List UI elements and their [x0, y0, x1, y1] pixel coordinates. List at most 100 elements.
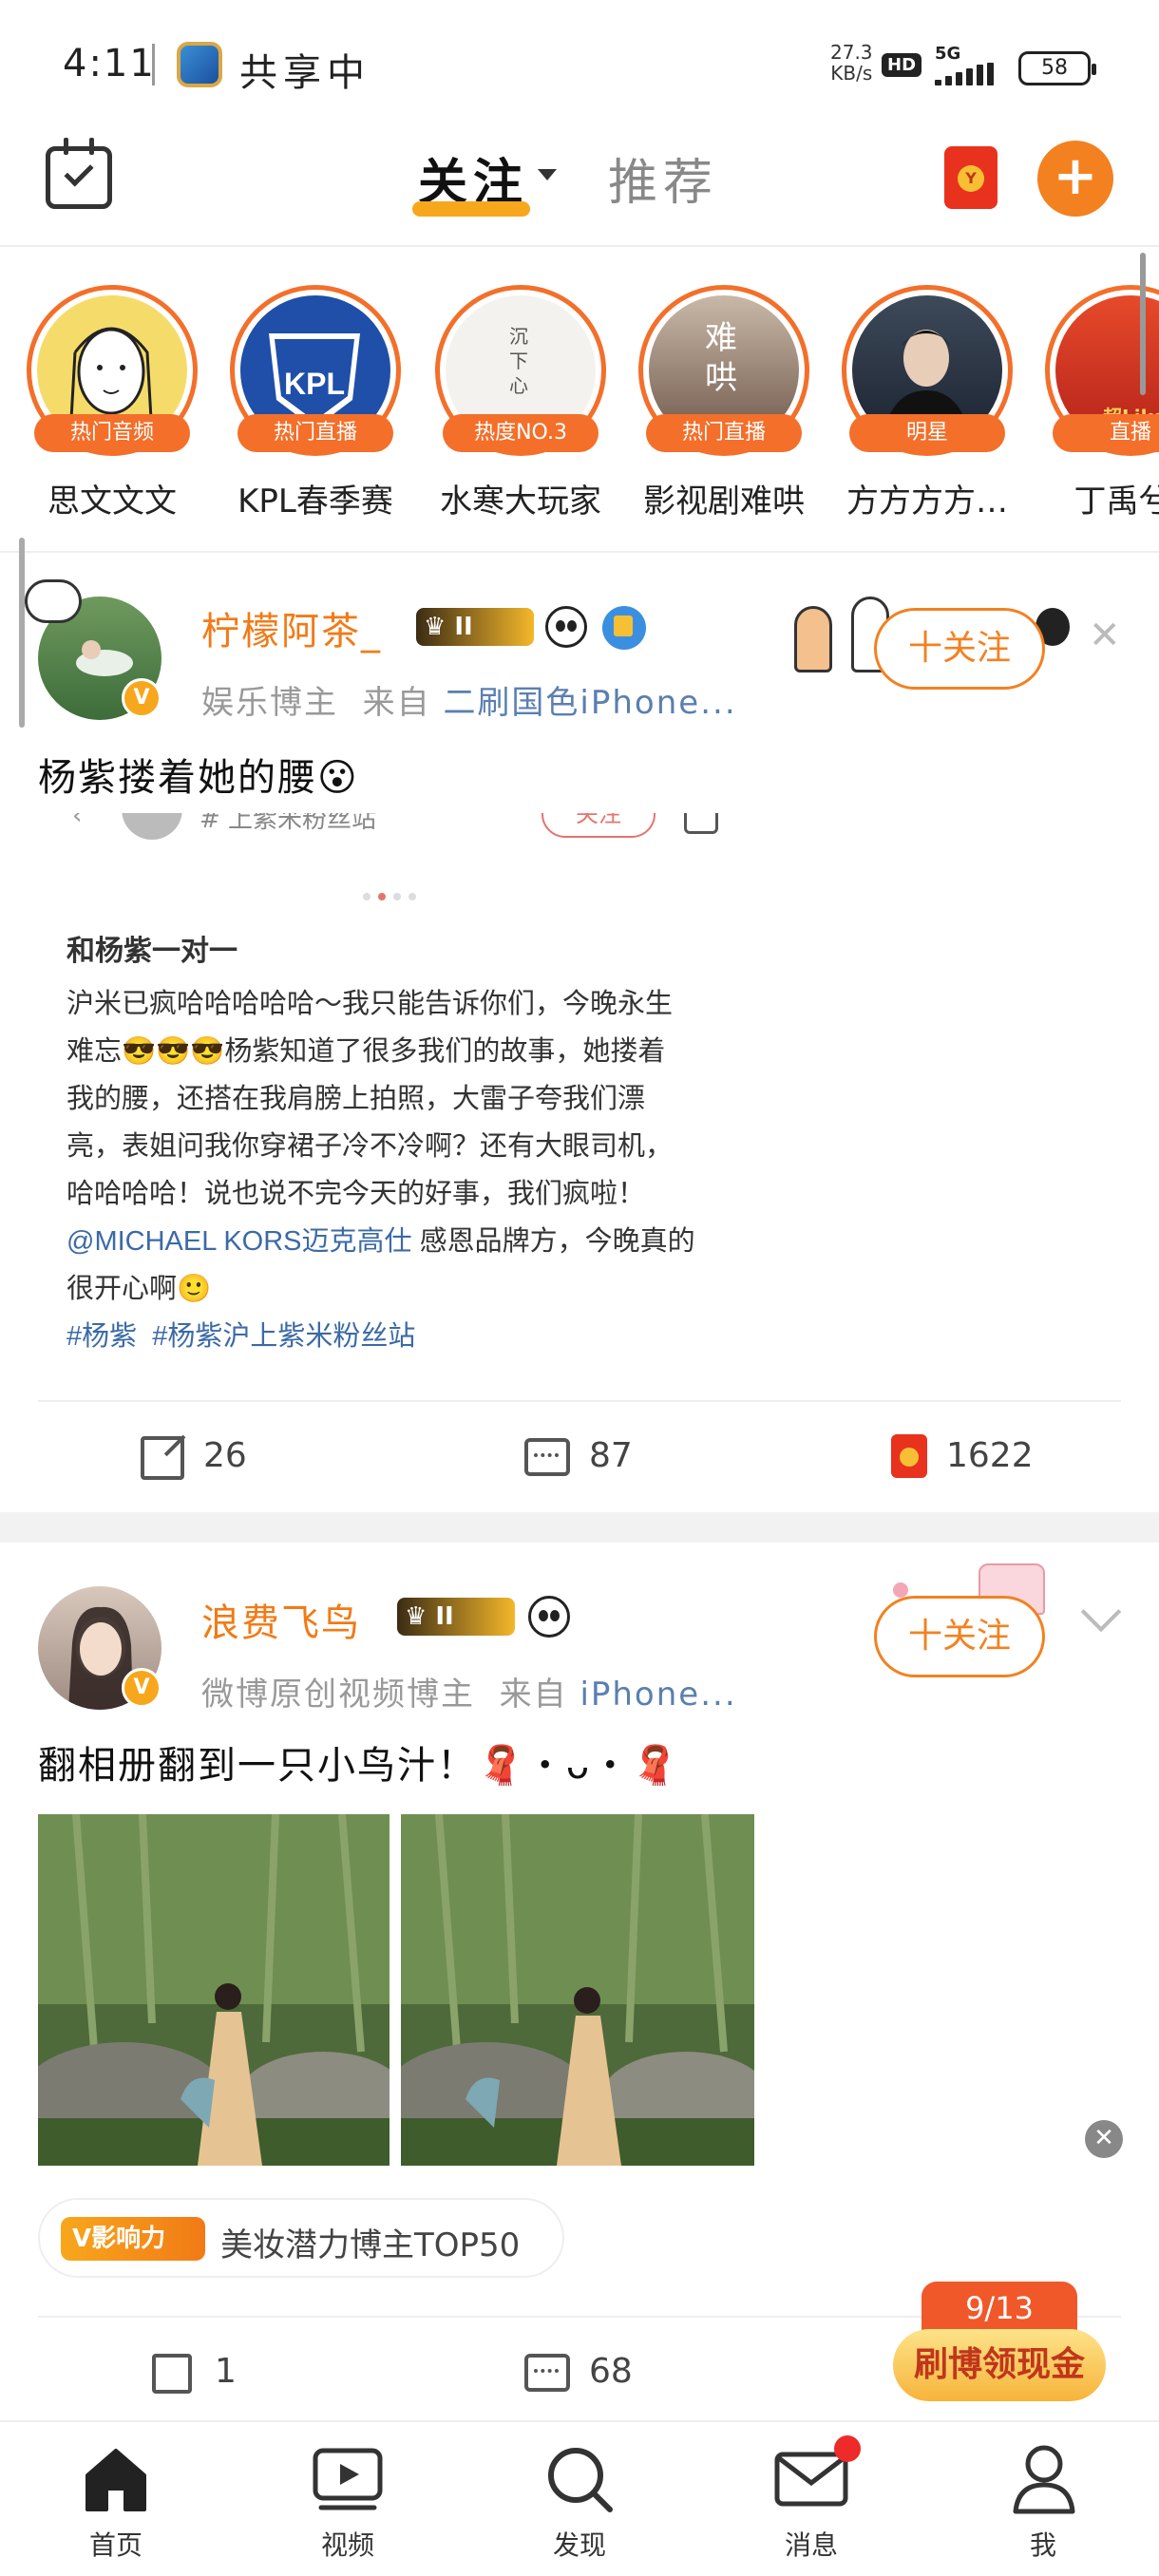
story-name: 方方方方… — [846, 483, 1008, 521]
repost-icon[interactable] — [141, 1434, 186, 1480]
comment-icon[interactable] — [524, 2354, 570, 2392]
follow-button[interactable]: 十关注 — [874, 608, 1045, 690]
carousel-dots — [363, 893, 420, 902]
post-text: 翻相册翻到一只小鸟汁！🧣・ᴗ・🧣 — [38, 1744, 681, 1788]
feed-scrollbar[interactable] — [19, 538, 25, 728]
like-count[interactable]: 1622 — [946, 1436, 1034, 1475]
post-divider — [38, 1400, 1121, 1402]
story-badge: 热门直播 — [238, 414, 393, 452]
status-sharing-label: 共享中 — [239, 51, 370, 95]
badge-icon — [602, 606, 646, 650]
nav-discover-label: 发现 — [552, 2529, 606, 2561]
embed-line: 沪米已疯哈哈哈哈哈～我只能告诉你们，今晚永生 — [66, 989, 674, 1019]
close-icon[interactable]: ✕ — [1089, 614, 1121, 657]
nav-home-label: 首页 — [88, 2529, 142, 2561]
close-icon[interactable]: ✕ — [1085, 2120, 1123, 2158]
embed-account-name: # 上紫米粉丝站 — [200, 813, 377, 834]
checkin-calendar-icon[interactable] — [46, 138, 112, 209]
post-text-content: 杨紫搂着她的腰 — [38, 756, 317, 800]
chevron-down-icon[interactable] — [1080, 1591, 1122, 1633]
vip-level: II — [454, 613, 473, 641]
embed-share-icon — [684, 813, 718, 834]
story-item[interactable]: 难哄 热门直播 影视剧难哄 — [638, 285, 809, 522]
nav-discover[interactable]: 发现 — [504, 2422, 656, 2576]
vip-level: II — [435, 1602, 454, 1631]
follow-button[interactable]: 十关注 — [874, 1596, 1045, 1677]
discover-icon — [548, 2448, 613, 2512]
username[interactable]: 柠檬阿茶_ — [201, 600, 382, 655]
repost-count[interactable]: 1 — [215, 2352, 237, 2391]
hashtag-link[interactable]: #杨紫沪上紫米粉丝站 — [152, 1321, 415, 1352]
network-speed: 27.3 KB/s — [830, 42, 873, 84]
embed-line-rest: 感恩品牌方，今晚真的 — [411, 1226, 695, 1257]
embed-follow-button: 关注 — [542, 813, 656, 838]
app-share-icon — [177, 42, 222, 87]
post-meta-from: 来自 — [499, 1676, 568, 1714]
comment-icon[interactable] — [524, 1438, 570, 1476]
signal-icon — [935, 63, 1001, 85]
vip-level-badge: ♛ II — [416, 608, 534, 646]
post-separator — [0, 1512, 1159, 1543]
battery-icon: 58 — [1018, 51, 1096, 85]
post-meta: 娱乐博主 来自 二刷国色iPhone... — [201, 676, 737, 723]
nav-profile[interactable]: 我 — [967, 2422, 1119, 2576]
post-meta-source[interactable]: iPhone... — [580, 1676, 736, 1714]
influence-tag[interactable]: V影响力 美妆潜力博主TOP50 — [38, 2198, 564, 2278]
story-badge: 明星 — [849, 414, 1005, 452]
username[interactable]: 浪费飞鸟 — [201, 1592, 361, 1647]
repost-icon[interactable] — [152, 2354, 192, 2394]
story-item[interactable]: 热门音频 思文文文 — [27, 285, 198, 522]
story-badge: 热门直播 — [646, 414, 802, 452]
nav-message-label: 消息 — [784, 2529, 838, 2561]
comment-count[interactable]: 87 — [589, 1436, 633, 1475]
chevron-down-icon[interactable] — [538, 169, 557, 180]
bottom-nav: 首页 视频 发现 消息 我 — [0, 2420, 1159, 2576]
story-badge: 热度NO.3 — [443, 414, 598, 452]
verified-badge-icon: V — [122, 678, 162, 718]
panda-icon — [528, 1596, 570, 1638]
nav-video[interactable]: 视频 — [272, 2422, 424, 2576]
network-speed-value: 27.3 — [830, 41, 873, 64]
post-meta-role: 娱乐博主 — [201, 684, 338, 722]
comment-count[interactable]: 68 — [589, 2352, 633, 2391]
unread-dot — [834, 2435, 861, 2462]
embed-body: 沪米已疯哈哈哈哈哈～我只能告诉你们，今晚永生 难忘😎😎😎杨紫知道了很多我们的故事… — [66, 980, 750, 1360]
network-type: 5G — [935, 44, 961, 64]
post-meta-source[interactable]: 二刷国色iPhone... — [443, 684, 736, 722]
story-name: KPL春季赛 — [238, 483, 393, 521]
embed-tags: #杨紫 #杨紫沪上紫米粉丝站 — [66, 1313, 750, 1360]
red-packet-icon[interactable]: Y — [944, 146, 998, 209]
embed-card-top: ‹ # 上紫米粉丝站 关注 — [38, 813, 722, 842]
post-photo[interactable] — [401, 1814, 754, 2166]
add-button[interactable]: + — [1037, 141, 1113, 217]
embed-line: 亮，表姐问我你穿裙子冷不冷啊？还有大眼司机， — [66, 1131, 674, 1162]
influence-text: 美妆潜力博主TOP50 — [220, 2226, 521, 2264]
task-progress[interactable]: 9/13 — [922, 2282, 1077, 2335]
post-text: 杨紫搂着她的腰😮 — [38, 747, 359, 802]
nav-message[interactable]: 消息 — [735, 2422, 887, 2576]
kpl-logo-text: KPL — [284, 367, 345, 401]
panda-icon — [545, 606, 587, 648]
influence-badge-label: 影响力 — [91, 2225, 166, 2253]
hashtag-link[interactable]: #杨紫 — [66, 1321, 137, 1352]
cash-task-button[interactable]: 刷博领现金 — [893, 2329, 1106, 2401]
embed-mention-link[interactable]: @MICHAEL KORS迈克高仕 — [66, 1226, 412, 1257]
story-item[interactable]: 沉下心 热度NO.3 水寒大玩家 — [435, 285, 606, 522]
story-item[interactable]: KPL 热门直播 KPL春季赛 — [230, 285, 401, 522]
story-item[interactable]: 明星 方方方方… — [842, 285, 1013, 522]
hd-badge: HD — [882, 53, 922, 77]
tab-recommend[interactable]: 推荐 — [608, 142, 718, 214]
embed-title: 和杨紫一对一 — [66, 935, 238, 968]
tab-follow-indicator — [412, 201, 530, 217]
video-icon — [313, 2448, 383, 2510]
network-speed-unit: KB/s — [830, 62, 873, 85]
repost-count[interactable]: 26 — [203, 1436, 247, 1475]
status-separator — [152, 44, 155, 85]
stories-scrollbar[interactable] — [1140, 253, 1146, 395]
red-packet-like-icon[interactable] — [891, 1434, 927, 1478]
embed-chevron-icon: ‹ — [72, 813, 83, 830]
nav-home[interactable]: 首页 — [40, 2422, 192, 2576]
story-name: 思文文文 — [48, 483, 177, 521]
post-photo[interactable] — [38, 1814, 390, 2166]
stories-divider — [0, 551, 1159, 553]
